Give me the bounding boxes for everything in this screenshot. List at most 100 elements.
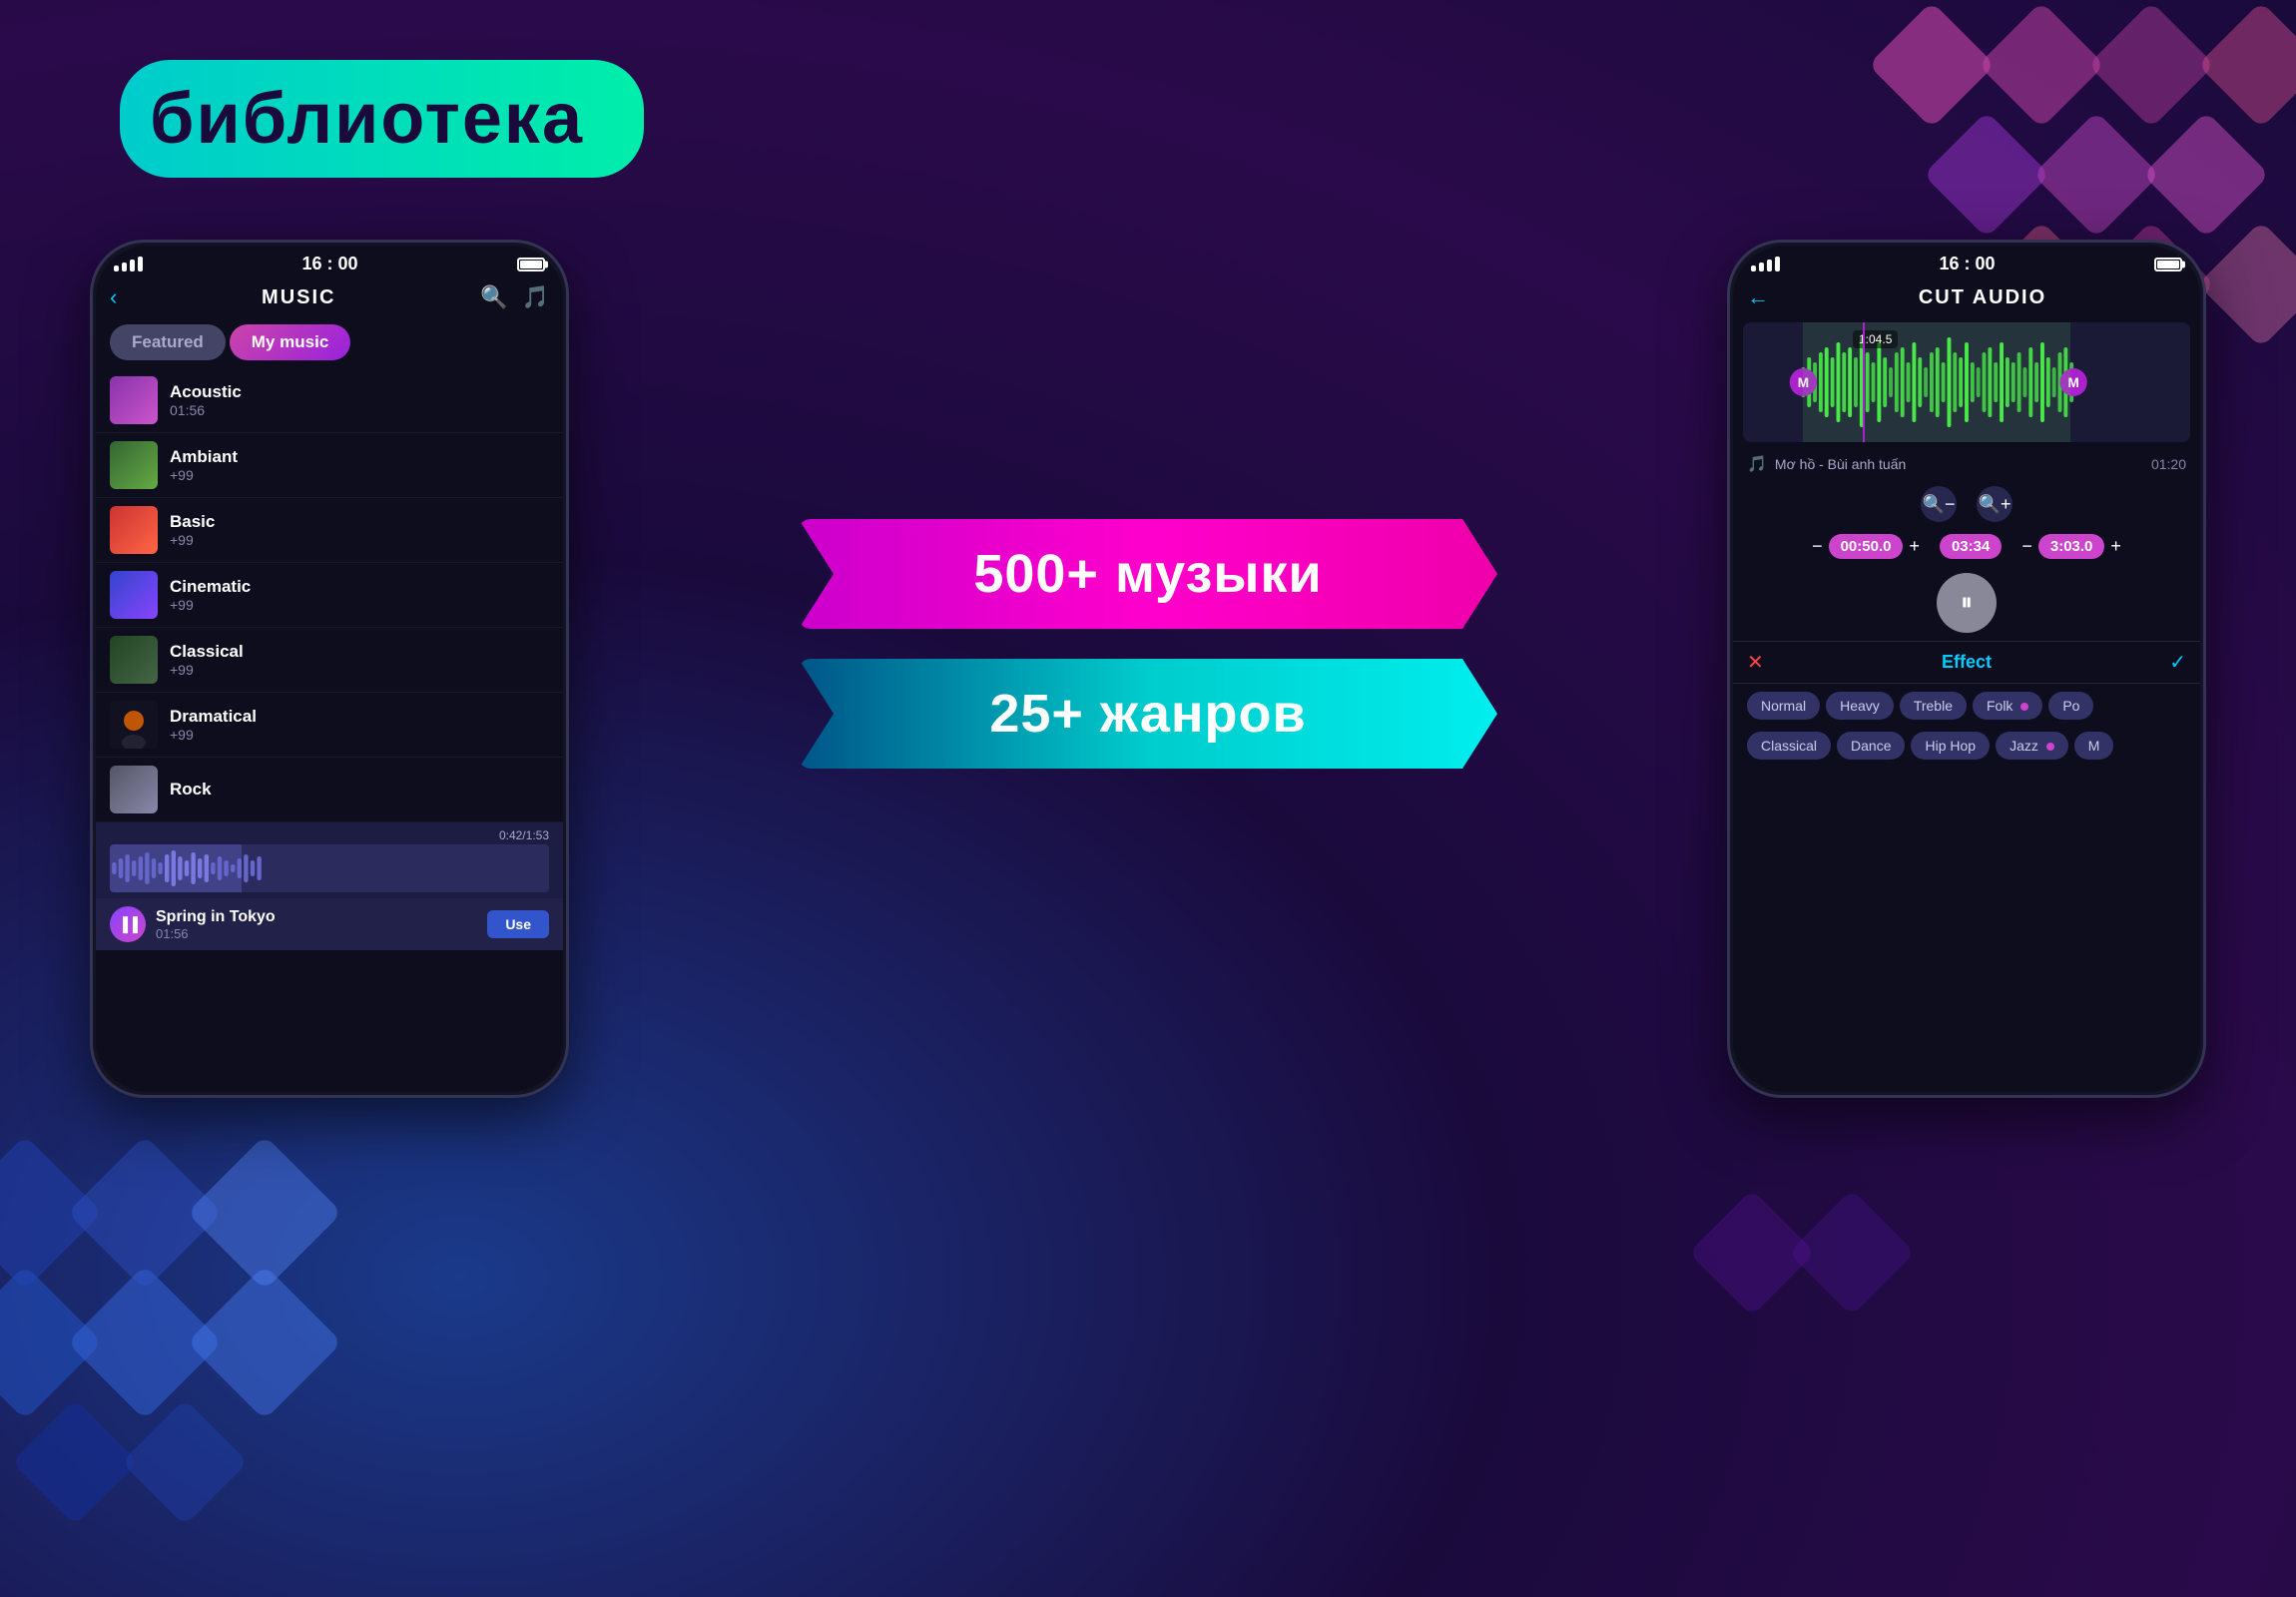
music-info: Cinematic +99	[170, 577, 549, 613]
effect-bar: ✕ Effect ✓	[1733, 641, 2200, 684]
waveform-row: 0:42/1:53	[96, 822, 563, 898]
back-button[interactable]: ‹	[110, 284, 117, 310]
list-item[interactable]: Ambiant +99	[96, 433, 563, 498]
battery-icon	[517, 258, 545, 271]
thumb-acoustic	[110, 376, 158, 424]
dramatical-art	[110, 701, 158, 749]
music-info: Dramatical +99	[170, 707, 549, 743]
center-badges: 500+ музыки 25+ жанров	[799, 519, 1497, 769]
music-info: Acoustic 01:56	[170, 382, 549, 418]
tabs: Featured My music	[96, 316, 563, 368]
effect-chips-row1: Normal Heavy Treble Folk Po	[1733, 684, 2200, 728]
now-playing[interactable]: ▐▐ Spring in Tokyo 01:56 Use	[96, 898, 563, 950]
thumb-classical	[110, 636, 158, 684]
effect-m[interactable]: M	[2074, 732, 2114, 760]
thumb-cinematic	[110, 571, 158, 619]
music-note-icon: 🎵	[1747, 454, 1767, 474]
music-name: Basic	[170, 512, 549, 532]
play-pause-button[interactable]: ▐▐	[110, 906, 146, 942]
music-count: +99	[170, 467, 549, 483]
start-time-value[interactable]: 00:50.0	[1829, 534, 1904, 559]
phone1-nav: ‹ MUSIC 🔍 🎵	[96, 278, 563, 316]
music-name: Dramatical	[170, 707, 549, 727]
music-info: Classical +99	[170, 642, 549, 678]
signal-icon	[114, 257, 143, 271]
thumb-dramatical	[110, 701, 158, 749]
effect-pop[interactable]: Po	[2048, 692, 2093, 720]
genre-count-text: 25+ жанров	[989, 683, 1306, 745]
folk-dot	[2020, 703, 2028, 711]
list-item[interactable]: Dramatical +99	[96, 693, 563, 758]
cut-audio-title: CUT AUDIO	[1779, 286, 2186, 309]
zoom-in-button[interactable]: 🔍+	[1977, 486, 2012, 522]
track-name: Mơ hồ - Bùi anh tuấn	[1775, 456, 2143, 472]
effect-dance[interactable]: Dance	[1837, 732, 1905, 760]
music-count: +99	[170, 532, 549, 548]
header-pill: библиотека	[120, 60, 644, 178]
effect-treble[interactable]: Treble	[1900, 692, 1967, 720]
music-count-text: 500+ музыки	[973, 543, 1322, 605]
play-pause-center: ⏸	[1733, 565, 2200, 641]
main-content: 16 : 00 ‹ MUSIC 🔍 🎵 Featured	[0, 220, 2296, 1597]
header: библиотека	[120, 60, 644, 178]
list-item[interactable]: Classical +99	[96, 628, 563, 693]
music-count: +99	[170, 727, 549, 743]
tab-mymusic[interactable]: My music	[230, 324, 350, 360]
music-count-badge: 500+ музыки	[799, 519, 1497, 629]
start-time-control: − 00:50.0 +	[1812, 534, 1920, 559]
music-name: Ambiant	[170, 447, 549, 467]
thumb-basic	[110, 506, 158, 554]
end-time-minus[interactable]: −	[2021, 536, 2032, 557]
now-playing-name: Spring in Tokyo	[156, 908, 477, 926]
effect-jazz[interactable]: Jazz	[1996, 732, 2068, 760]
waveform-editor: 1:04.5	[1743, 322, 2190, 442]
music-name: Rock	[170, 780, 549, 799]
list-item[interactable]: Basic +99	[96, 498, 563, 563]
start-time-minus[interactable]: −	[1812, 536, 1823, 557]
zoom-out-button[interactable]: 🔍−	[1921, 486, 1957, 522]
music-name: Acoustic	[170, 382, 549, 402]
tab-featured[interactable]: Featured	[110, 324, 226, 360]
zoom-controls: 🔍− 🔍+	[1733, 480, 2200, 528]
effect-classical[interactable]: Classical	[1747, 732, 1831, 760]
end-time-plus[interactable]: +	[2110, 536, 2121, 557]
nav-title: MUSIC	[127, 286, 470, 309]
music-count: +99	[170, 597, 549, 613]
waveform-selection	[1803, 322, 2070, 442]
list-item[interactable]: Acoustic 01:56	[96, 368, 563, 433]
effect-hiphop[interactable]: Hip Hop	[1911, 732, 1990, 760]
phone2-screen: 16 : 00 ← CUT AUDIO 1:04.5	[1733, 246, 2200, 1092]
list-item[interactable]: Rock	[96, 758, 563, 822]
phone2-container: 16 : 00 ← CUT AUDIO 1:04.5	[1727, 240, 2206, 1098]
use-button[interactable]: Use	[487, 910, 549, 938]
list-item[interactable]: Cinematic +99	[96, 563, 563, 628]
genre-count-badge: 25+ жанров	[799, 659, 1497, 769]
cut-audio-nav: ← CUT AUDIO	[1733, 278, 2200, 316]
effect-confirm-button[interactable]: ✓	[2169, 650, 2186, 675]
back-button[interactable]: ←	[1747, 284, 1769, 310]
playlist-icon[interactable]: 🎵	[522, 284, 549, 310]
effect-normal[interactable]: Normal	[1747, 692, 1820, 720]
phone2-status-bar: 16 : 00	[1733, 246, 2200, 278]
start-time-plus[interactable]: +	[1909, 536, 1920, 557]
signal-icon	[1751, 257, 1780, 271]
end-time-control: − 3:03.0 +	[2021, 534, 2121, 559]
phone2: 16 : 00 ← CUT AUDIO 1:04.5	[1727, 240, 2206, 1098]
status-time: 16 : 00	[301, 254, 357, 274]
music-name: Classical	[170, 642, 549, 662]
effect-cancel-button[interactable]: ✕	[1747, 650, 1764, 675]
status-time: 16 : 00	[1939, 254, 1995, 274]
effect-heavy[interactable]: Heavy	[1826, 692, 1894, 720]
waveform-progress	[110, 844, 242, 892]
end-time-value[interactable]: 3:03.0	[2038, 534, 2105, 559]
thumb-rock	[110, 766, 158, 813]
phone1-status-bar: 16 : 00	[96, 246, 563, 278]
track-info: 🎵 Mơ hồ - Bùi anh tuấn 01:20	[1733, 448, 2200, 480]
effect-folk[interactable]: Folk	[1973, 692, 2042, 720]
time-controls: − 00:50.0 + 03:34 − 3:03.0 +	[1733, 528, 2200, 565]
music-info: Basic +99	[170, 512, 549, 548]
search-icon[interactable]: 🔍	[480, 284, 507, 310]
pause-button[interactable]: ⏸	[1937, 573, 1997, 633]
effect-title: Effect	[1764, 652, 2169, 673]
thumb-ambiant	[110, 441, 158, 489]
